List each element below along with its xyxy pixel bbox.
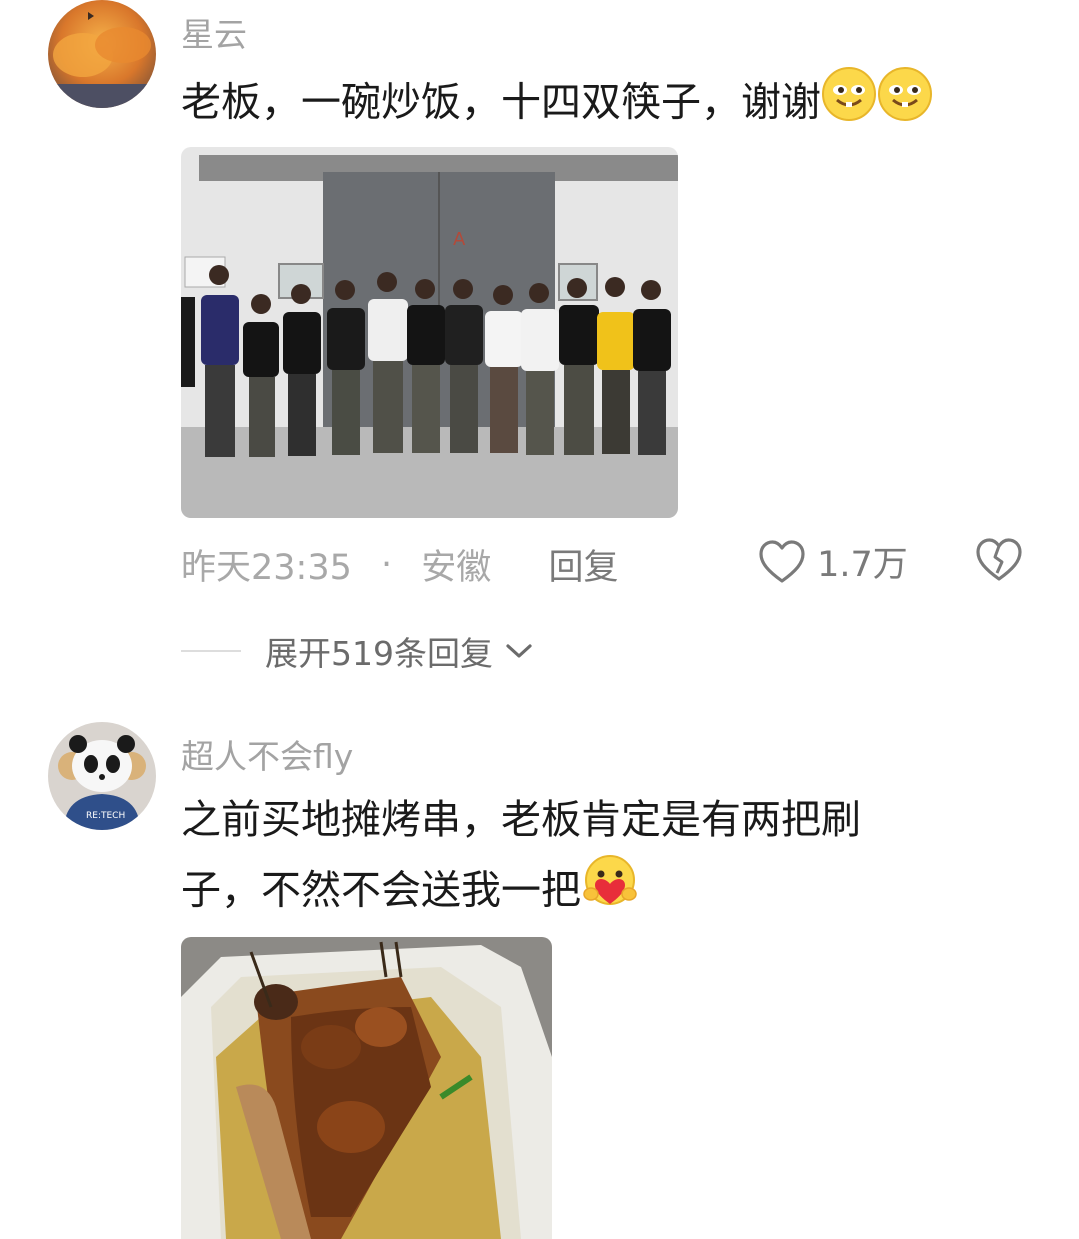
like-count: 1.7万 (817, 545, 908, 585)
comment-text: 老板，一碗炒饭，十四双筷子，谢谢 (181, 66, 981, 143)
reply-button[interactable]: 回复 (548, 539, 618, 590)
comment-image[interactable]: A (181, 147, 678, 518)
heart-hug-face-emoji (581, 854, 639, 931)
comment-text-line-wrap: 子，不然不会送我一把 (181, 854, 981, 931)
comment-text: 之前买地摊烤串，老板肯定是有两把刷 子，不然不会送我一把 (181, 786, 981, 931)
comment-item: 星云 老板，一碗炒饭，十四双筷子，谢谢 A 昨天23:35 · 安徽 回复 1.… (0, 0, 1079, 700)
comment-text-content: 老板，一碗炒饭，十四双筷子，谢谢 (181, 79, 821, 126)
timestamp: 昨天23:35 (181, 548, 352, 588)
like-button[interactable]: 1.7万 (758, 536, 908, 587)
comment-text-line: 之前买地摊烤串，老板肯定是有两把刷 (181, 797, 861, 843)
username[interactable]: 星云 (181, 8, 247, 56)
meta-separator: · (381, 544, 393, 585)
expand-replies[interactable]: 展开519条回复 (181, 627, 534, 675)
avatar[interactable]: RE:TECH (48, 722, 156, 830)
comment-image[interactable] (181, 937, 552, 1239)
comment-meta: 昨天23:35 · 安徽 回复 (181, 539, 618, 590)
expand-replies-label: 展开519条回复 (265, 634, 493, 673)
username[interactable]: 超人不会fly (181, 730, 353, 778)
broken-heart-icon (976, 538, 1022, 581)
comment-item: RE:TECH 超人不会fly 之前买地摊烤串，老板肯定是有两把刷 子，不然不会… (0, 700, 1079, 1239)
heart-icon (759, 539, 805, 583)
avatar[interactable] (48, 0, 156, 108)
divider-line (181, 650, 241, 652)
location: 安徽 (421, 548, 492, 588)
comment-text-line: 子，不然不会送我一把 (181, 867, 581, 914)
smirk-face-emoji (877, 66, 933, 143)
smirk-face-emoji (821, 66, 877, 143)
svg-text:RE:TECH: RE:TECH (86, 811, 125, 821)
svg-text:A: A (453, 229, 466, 250)
dislike-button[interactable] (975, 537, 1023, 587)
chevron-down-icon (505, 644, 532, 658)
